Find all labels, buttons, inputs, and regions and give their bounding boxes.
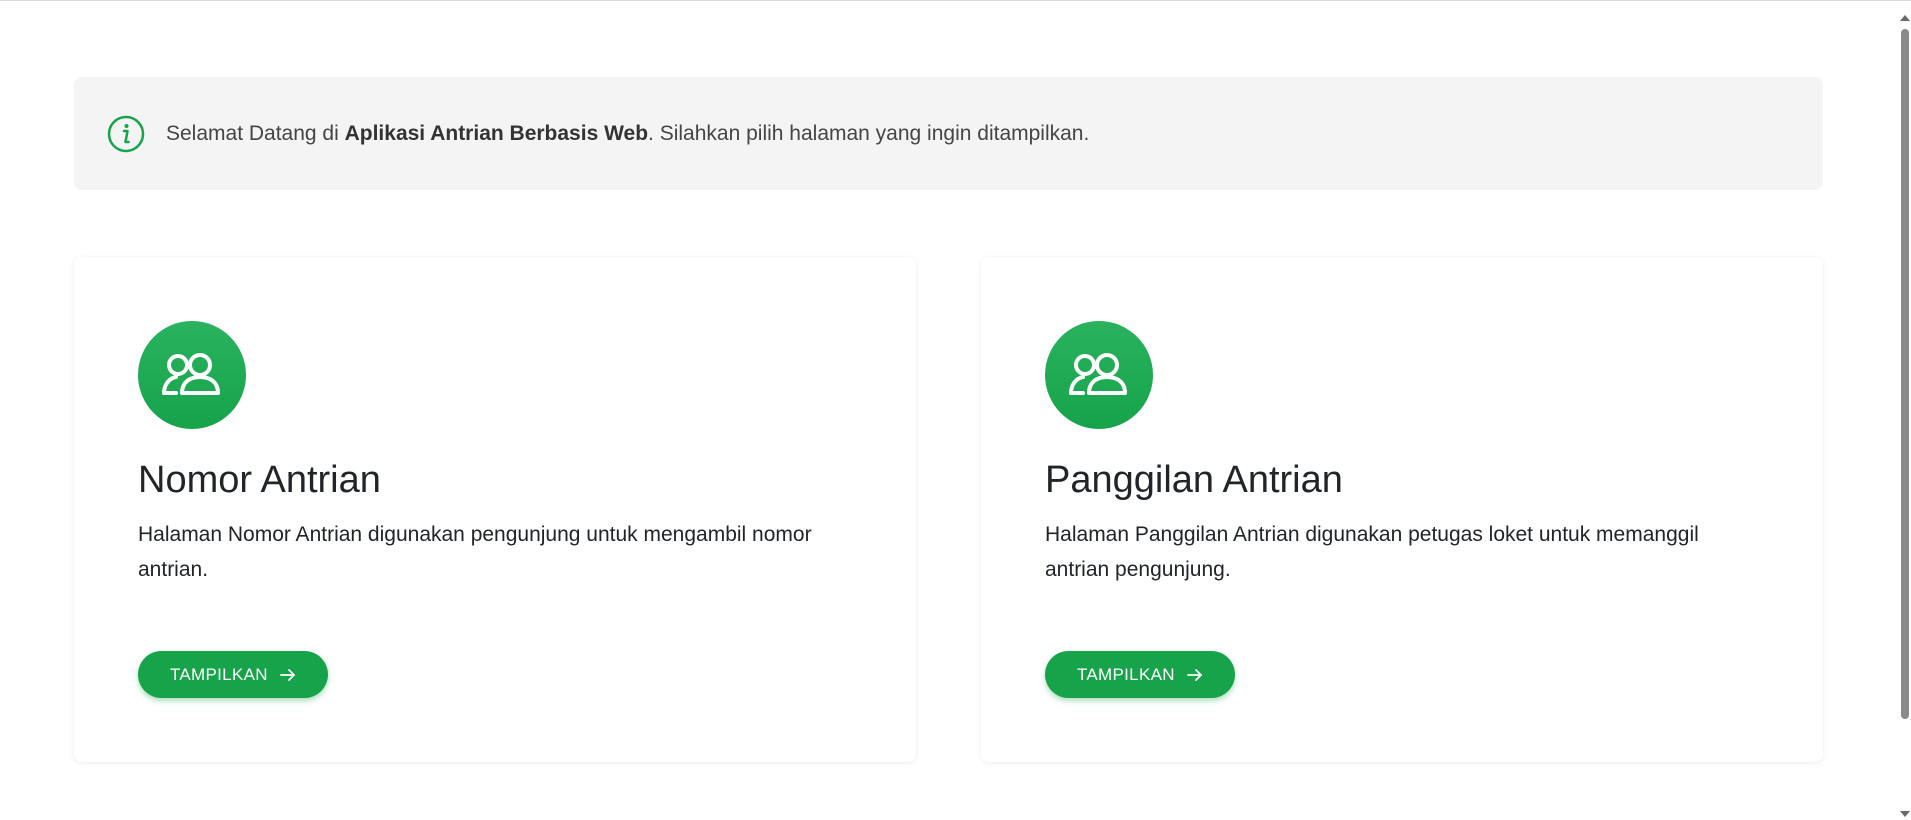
card-nomor-antrian: Nomor Antrian Halaman Nomor Antrian digu… xyxy=(74,257,916,762)
scroll-down-icon[interactable] xyxy=(1900,811,1910,817)
welcome-text-suffix: . Silahkan pilih halaman yang ingin dita… xyxy=(648,121,1090,145)
vertical-scrollbar[interactable] xyxy=(1899,1,1911,820)
welcome-alert: Selamat Datang di Aplikasi Antrian Berba… xyxy=(74,77,1823,190)
scroll-up-icon[interactable] xyxy=(1900,15,1910,21)
tampilkan-panggilan-antrian-button[interactable]: TAMPILKAN xyxy=(1045,651,1235,698)
card-title: Nomor Antrian xyxy=(138,459,381,501)
welcome-message: Selamat Datang di Aplikasi Antrian Berba… xyxy=(166,122,1089,146)
people-icon xyxy=(138,321,246,429)
people-icon xyxy=(1045,321,1153,429)
page: Selamat Datang di Aplikasi Antrian Berba… xyxy=(0,0,1911,820)
arrow-right-icon xyxy=(1186,668,1203,682)
welcome-text-prefix: Selamat Datang di xyxy=(166,121,345,145)
card-title: Panggilan Antrian xyxy=(1045,459,1343,501)
button-label: TAMPILKAN xyxy=(170,664,268,684)
card-description: Halaman Nomor Antrian digunakan pengunju… xyxy=(138,523,812,581)
button-label: TAMPILKAN xyxy=(1077,664,1175,684)
card-description: Halaman Panggilan Antrian digunakan petu… xyxy=(1045,523,1699,581)
info-circle-icon xyxy=(106,114,146,154)
scroll-thumb[interactable] xyxy=(1901,29,1909,719)
app-name: Aplikasi Antrian Berbasis Web xyxy=(344,121,649,145)
arrow-right-icon xyxy=(279,668,296,682)
tampilkan-nomor-antrian-button[interactable]: TAMPILKAN xyxy=(138,651,328,698)
card-panggilan-antrian: Panggilan Antrian Halaman Panggilan Antr… xyxy=(981,257,1823,762)
